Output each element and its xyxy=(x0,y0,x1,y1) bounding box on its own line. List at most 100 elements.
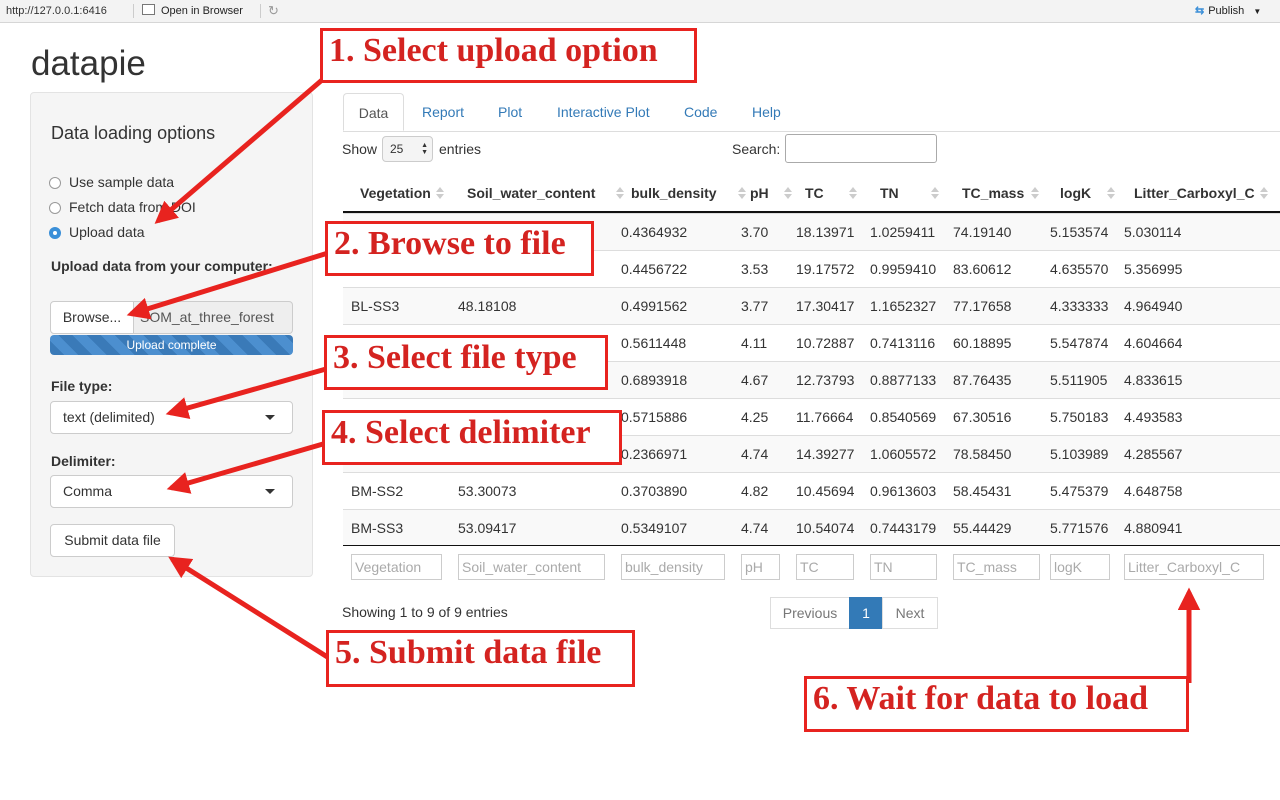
toolbar-separator xyxy=(133,4,134,18)
column-header[interactable]: TC_mass xyxy=(962,174,1024,212)
next-page-button[interactable]: Next xyxy=(882,597,938,629)
table-cell: 0.5715886 xyxy=(621,409,688,425)
column-header[interactable]: Litter_Carboxyl_C xyxy=(1134,174,1255,212)
column-filter-input[interactable]: Litter_Carboxyl_C xyxy=(1124,554,1264,580)
table-cell: 48.18108 xyxy=(458,298,517,314)
radio-circle-checked[interactable] xyxy=(49,227,61,239)
delimiter-select[interactable]: Comma xyxy=(50,475,293,508)
browse-button[interactable]: Browse... xyxy=(50,301,134,334)
table-row[interactable]: BL-SS3 48.18108 0.4991562 3.77 17.30417 1.165… xyxy=(343,287,1280,324)
table-cell: 60.18895 xyxy=(953,335,1012,351)
file-type-value: text (delimited) xyxy=(63,409,155,425)
sort-icon[interactable] xyxy=(1107,187,1115,199)
tab-plot[interactable]: Plot xyxy=(498,93,522,131)
table-cell: 0.2366971 xyxy=(621,446,688,462)
submit-data-file-button[interactable]: Submit data file xyxy=(50,524,175,557)
search-input[interactable] xyxy=(785,134,937,163)
table-cell: 53.09417 xyxy=(458,520,517,536)
table-cell: 55.44429 xyxy=(953,520,1012,536)
table-cell: 5.750183 xyxy=(1050,409,1109,425)
table-cell: 5.771576 xyxy=(1050,520,1109,536)
column-header[interactable]: TN xyxy=(880,174,899,212)
table-cell: 5.547874 xyxy=(1050,335,1109,351)
column-filter-input[interactable]: bulk_density xyxy=(621,554,725,580)
caret-down-icon xyxy=(265,489,275,494)
table-cell: 0.5349107 xyxy=(621,520,688,536)
annotation-step-3: 3. Select file type xyxy=(324,335,608,390)
table-cell: 4.67 xyxy=(741,372,769,388)
table-cell: 5.103989 xyxy=(1050,446,1109,462)
table-cell: 10.54074 xyxy=(796,520,855,536)
upload-progress-bar: Upload complete xyxy=(50,335,293,355)
table-row[interactable]: BM-SS2 53.30073 0.3703890 4.82 10.45694 0.961… xyxy=(343,472,1280,509)
table-cell: 1.1652327 xyxy=(870,298,937,314)
table-cell: 3.77 xyxy=(741,298,769,314)
tab-help[interactable]: Help xyxy=(752,93,781,131)
table-cell: 5.356995 xyxy=(1124,261,1183,277)
column-filter-input[interactable]: TC xyxy=(796,554,854,580)
column-filter-input[interactable]: TN xyxy=(870,554,937,580)
delimiter-value: Comma xyxy=(63,483,113,499)
radio-circle[interactable] xyxy=(49,202,61,214)
search-label: Search: xyxy=(732,141,781,157)
table-cell: 5.153574 xyxy=(1050,224,1109,240)
window-icon xyxy=(142,4,155,15)
refresh-icon[interactable]: ↻ xyxy=(268,3,279,19)
chevron-down-icon: ▼ xyxy=(1253,7,1262,16)
radio-use-sample-data[interactable]: Use sample data xyxy=(49,174,174,190)
page-length-select[interactable]: 25 ▲ ▼ xyxy=(382,136,433,162)
tab-report[interactable]: Report xyxy=(422,93,464,131)
file-type-select[interactable]: text (delimited) xyxy=(50,401,293,434)
column-header[interactable]: TC xyxy=(805,174,824,212)
entries-label: entries xyxy=(439,141,482,157)
sort-icon[interactable] xyxy=(931,187,939,199)
updown-arrows-icon: ▲ ▼ xyxy=(421,142,428,156)
radio-fetch-doi[interactable]: Fetch data from DOI xyxy=(49,199,196,215)
open-in-browser-button[interactable]: Open in Browser xyxy=(142,4,243,17)
sort-icon[interactable] xyxy=(784,187,792,199)
sort-icon[interactable] xyxy=(1031,187,1039,199)
sort-icon[interactable] xyxy=(849,187,857,199)
caret-down-icon xyxy=(265,415,275,420)
page-1-button[interactable]: 1 xyxy=(849,597,883,629)
sort-icon[interactable] xyxy=(616,187,624,199)
table-cell: 10.45694 xyxy=(796,483,855,499)
table-cell: 5.511905 xyxy=(1050,372,1108,388)
column-header[interactable]: Vegetation xyxy=(360,174,431,212)
table-cell: 0.9959410 xyxy=(870,261,937,277)
column-header[interactable]: pH xyxy=(750,174,769,212)
radio-upload-data[interactable]: Upload data xyxy=(49,224,145,240)
footer-divider xyxy=(343,545,1280,546)
table-cell: BM-SS2 xyxy=(351,483,404,499)
table-cell: 4.604664 xyxy=(1124,335,1183,351)
table-cell: 4.25 xyxy=(741,409,769,425)
column-header[interactable]: logK xyxy=(1060,174,1091,212)
column-header[interactable]: bulk_density xyxy=(631,174,717,212)
previous-page-button[interactable]: Previous xyxy=(770,597,850,629)
sort-icon[interactable] xyxy=(1260,187,1268,199)
table-info: Showing 1 to 9 of 9 entries xyxy=(342,604,508,620)
table-cell: 0.4456722 xyxy=(621,261,688,277)
table-row[interactable]: BM-SS3 53.09417 0.5349107 4.74 10.54074 0.744… xyxy=(343,509,1280,546)
app-title: datapie xyxy=(31,44,146,83)
tab-data[interactable]: Data xyxy=(343,93,404,131)
sort-icon[interactable] xyxy=(738,187,746,199)
column-filter-input[interactable]: pH xyxy=(741,554,780,580)
table-cell: 5.475379 xyxy=(1050,483,1109,499)
column-filter-input[interactable]: TC_mass xyxy=(953,554,1040,580)
column-filter-input[interactable]: logK xyxy=(1050,554,1110,580)
column-header[interactable]: Soil_water_content xyxy=(467,174,595,212)
radio-circle[interactable] xyxy=(49,177,61,189)
table-cell: 17.30417 xyxy=(796,298,855,314)
table-cell: 0.4364932 xyxy=(621,224,688,240)
publish-icon: ⇆ xyxy=(1195,5,1205,17)
sort-icon[interactable] xyxy=(436,187,444,199)
table-cell: 83.60612 xyxy=(953,261,1012,277)
column-filter-input[interactable]: Vegetation xyxy=(351,554,442,580)
tab-code[interactable]: Code xyxy=(684,93,717,131)
table-cell: 1.0605572 xyxy=(870,446,937,462)
column-filter-input[interactable]: Soil_water_content xyxy=(458,554,605,580)
tab-interactive-plot[interactable]: Interactive Plot xyxy=(557,93,650,131)
publish-button[interactable]: ⇆ Publish ▼ xyxy=(1195,4,1261,17)
table-cell: 0.8877133 xyxy=(870,372,937,388)
